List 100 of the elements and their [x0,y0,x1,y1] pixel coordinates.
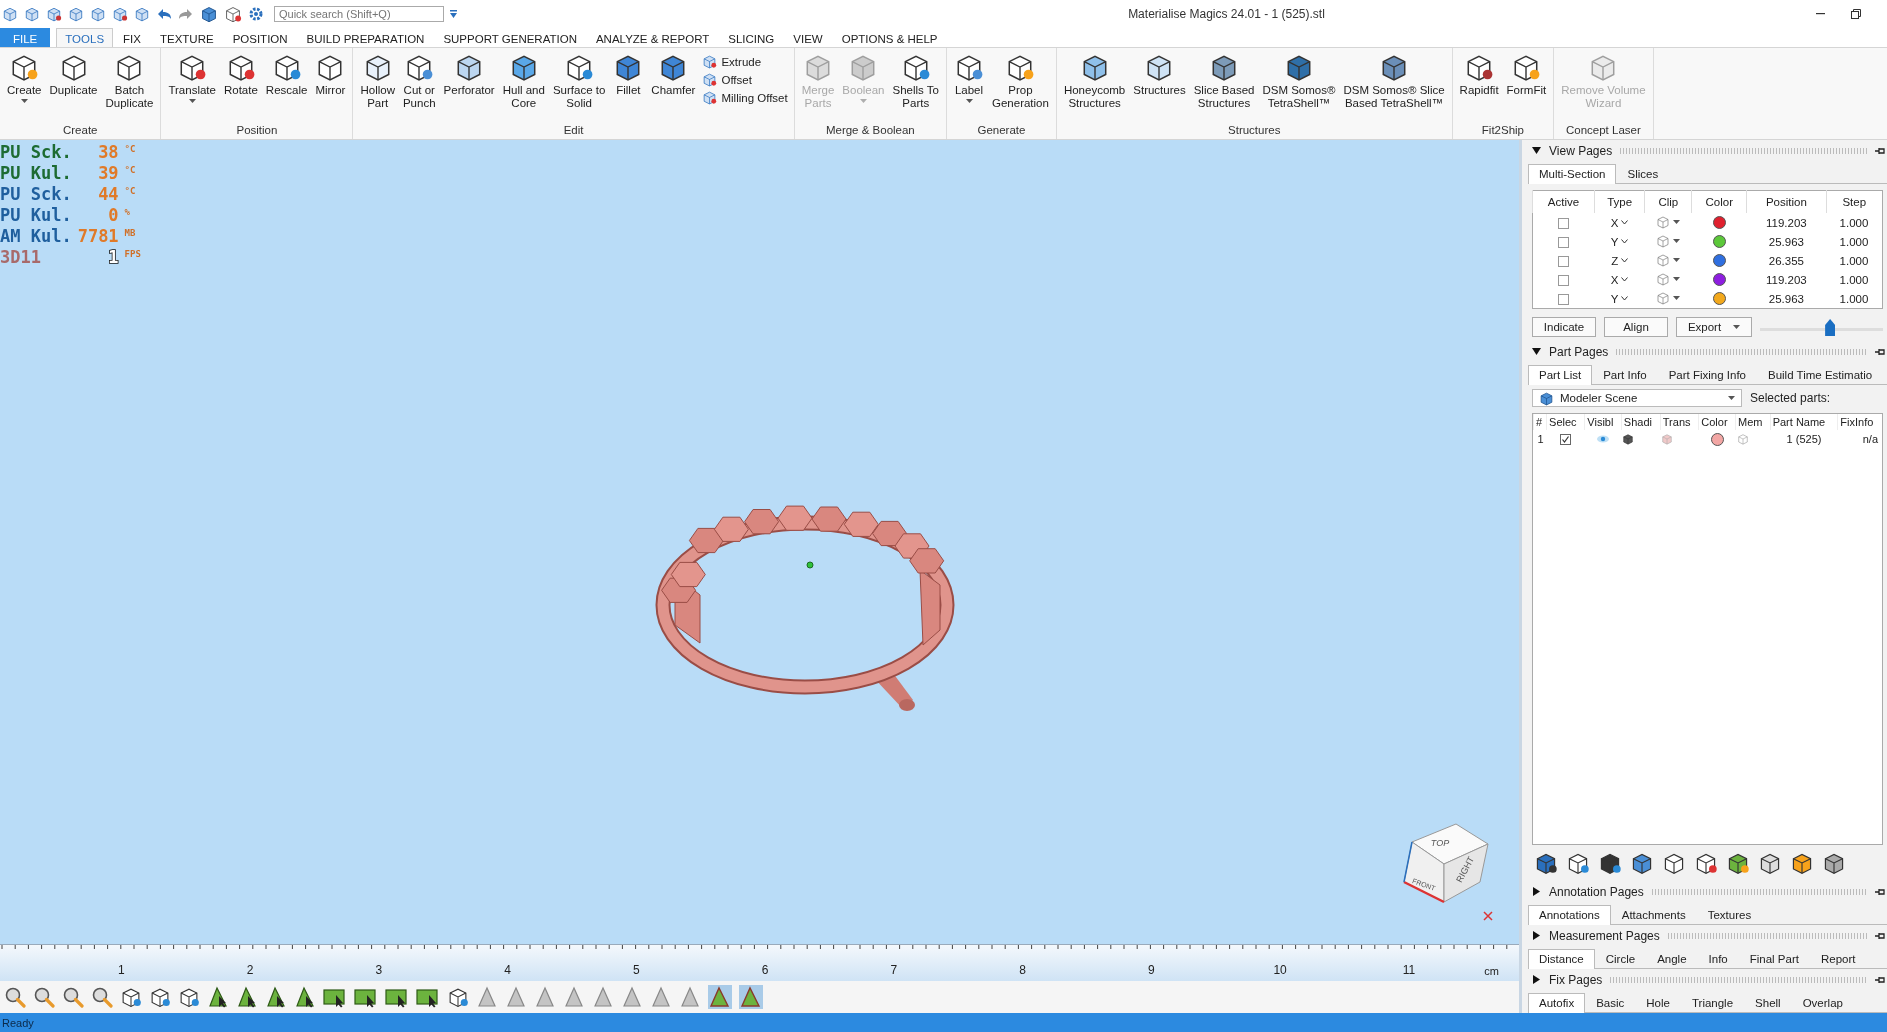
pin-icon[interactable] [1875,146,1885,155]
checkbox[interactable] [1558,255,1570,267]
triangle-icon[interactable] [679,986,701,1008]
panel-tab[interactable]: Part Info [1592,365,1658,384]
ribbon-button[interactable]: Slice Based Structures [1190,50,1258,112]
ribbon-tab[interactable]: SLICING [719,28,784,47]
panel-tab[interactable]: Info [1697,949,1739,968]
expand-icon[interactable] [1532,975,1541,984]
triangle-icon[interactable] [708,985,732,1009]
panel-tab[interactable]: Report [1809,949,1867,968]
pin-icon[interactable] [1875,975,1885,984]
ribbon-tab[interactable]: OPTIONS & HELP [832,28,947,47]
zoom-icon[interactable] [62,986,84,1008]
panel-tab[interactable]: Hole [1635,993,1681,1012]
triangle-icon[interactable] [476,986,498,1008]
panel-tab[interactable]: Basic [1585,993,1636,1012]
triangle-icon[interactable] [650,986,672,1008]
ribbon-tab[interactable]: POSITION [223,28,297,47]
panel-tab[interactable]: Slices [1616,164,1670,183]
ribbon-tab[interactable]: BUILD PREPARATION [297,28,434,47]
cube-face-label[interactable]: TOP [1430,838,1450,848]
ribbon-tab[interactable]: ANALYZE & REPORT [586,28,719,47]
axis-label[interactable]: X [1610,216,1619,229]
axis-label[interactable]: X [1610,273,1619,286]
panel-button[interactable]: Indicate [1532,317,1596,337]
checkbox[interactable] [1558,217,1570,229]
ribbon-tab[interactable]: TOOLS [56,28,114,47]
collapse-icon[interactable] [1532,146,1541,155]
caret-icon[interactable] [1621,239,1629,244]
panel-button[interactable]: Align [1604,317,1668,337]
surface-select-icon[interactable] [416,986,440,1008]
expand-icon[interactable] [1532,931,1541,940]
triangle-icon[interactable] [534,986,556,1008]
settings-icon[interactable] [248,6,264,22]
zoom-icon[interactable] [33,986,55,1008]
ribbon-button[interactable]: FormFit [1503,50,1550,99]
checkbox[interactable] [1558,236,1570,248]
ribbon-button[interactable]: Milling Offset [700,90,790,105]
ribbon-button[interactable]: Fillet [610,50,647,99]
eye-icon[interactable] [1597,435,1610,443]
surface-select-icon[interactable] [323,986,347,1008]
color-dot[interactable] [1712,216,1726,230]
ribbon-tab[interactable]: SUPPORT GENERATION [434,28,586,47]
ribbon-button[interactable]: Chamfer [648,50,699,99]
ribbon-button[interactable]: Batch Duplicate [102,50,157,112]
ribbon-button[interactable]: Hollow Part [357,50,398,112]
restore-icon[interactable] [1851,9,1861,19]
panel-tab[interactable]: Angle [1646,949,1698,968]
ribbon-button[interactable]: Mirror [312,50,349,99]
ribbon-tab[interactable]: VIEW [784,28,832,47]
undo-icon[interactable] [156,8,172,20]
minimize-icon[interactable] [1816,13,1825,15]
customize-icon[interactable] [450,10,457,18]
triangle-icon[interactable] [739,985,763,1009]
ribbon-button[interactable]: Prop Generation [989,50,1052,112]
ribbon-button[interactable]: Extrude [700,54,790,69]
zoom-icon[interactable] [4,986,26,1008]
file-menu-button[interactable]: FILE [0,28,51,47]
axis-label[interactable]: Z [1611,254,1619,267]
color-dot[interactable] [1712,273,1726,287]
pin-icon[interactable] [1875,887,1885,896]
ribbon-button[interactable]: Shells To Parts [889,50,942,112]
ribbon-button[interactable]: Create [4,50,45,105]
ribbon-tab[interactable]: TEXTURE [150,28,223,47]
ribbon-button[interactable]: Hull and Core [499,50,548,112]
ribbon-button[interactable]: DSM Somos® TetraShell™ [1259,50,1339,112]
triangle-icon[interactable] [592,986,614,1008]
search-field[interactable]: Quick search (Shift+Q) [274,6,444,22]
pin-icon[interactable] [1875,931,1885,940]
triangle-icon[interactable] [505,986,527,1008]
color-dot[interactable] [1712,254,1726,268]
caret-icon[interactable] [1621,296,1629,301]
triangle-select-icon[interactable] [294,986,316,1008]
panel-tab[interactable]: Attachments [1610,905,1697,924]
ribbon-button[interactable]: Rapidfit [1456,50,1502,99]
ribbon-button[interactable]: Cut or Punch [399,50,439,112]
expand-icon[interactable] [1532,887,1541,896]
panel-tab[interactable]: Autofix [1528,993,1586,1013]
panel-tab[interactable]: Build Time Estimatio [1757,365,1884,384]
surface-select-icon[interactable] [354,986,378,1008]
ribbon-button[interactable]: Perforator [440,50,498,99]
panel-tab[interactable]: Part Fixing Info [1657,365,1757,384]
ribbon-button[interactable]: Duplicate [46,50,101,99]
checkbox[interactable] [1560,434,1572,446]
ribbon-button[interactable]: Offset [700,72,790,87]
pin-icon[interactable] [1875,347,1885,356]
slider-thumb[interactable] [1825,319,1836,336]
triangle-select-icon[interactable] [236,986,258,1008]
ribbon-button[interactable]: Rescale [262,50,311,99]
panel-tab[interactable]: Textures [1696,905,1763,924]
zoom-icon[interactable] [91,986,113,1008]
panel-tab[interactable]: Overlap [1791,993,1854,1012]
ribbon-tab[interactable]: FIX [114,28,150,47]
redo-icon[interactable] [178,8,194,20]
panel-tab[interactable]: Annotations [1528,905,1611,925]
color-dot[interactable] [1712,292,1726,306]
ribbon-button[interactable]: DSM Somos® Slice Based TetraShell™ [1340,50,1448,112]
triangle-select-icon[interactable] [265,986,287,1008]
scene-dropdown[interactable]: Modeler Scene [1532,389,1742,407]
panel-tab[interactable]: Circle [1594,949,1647,968]
